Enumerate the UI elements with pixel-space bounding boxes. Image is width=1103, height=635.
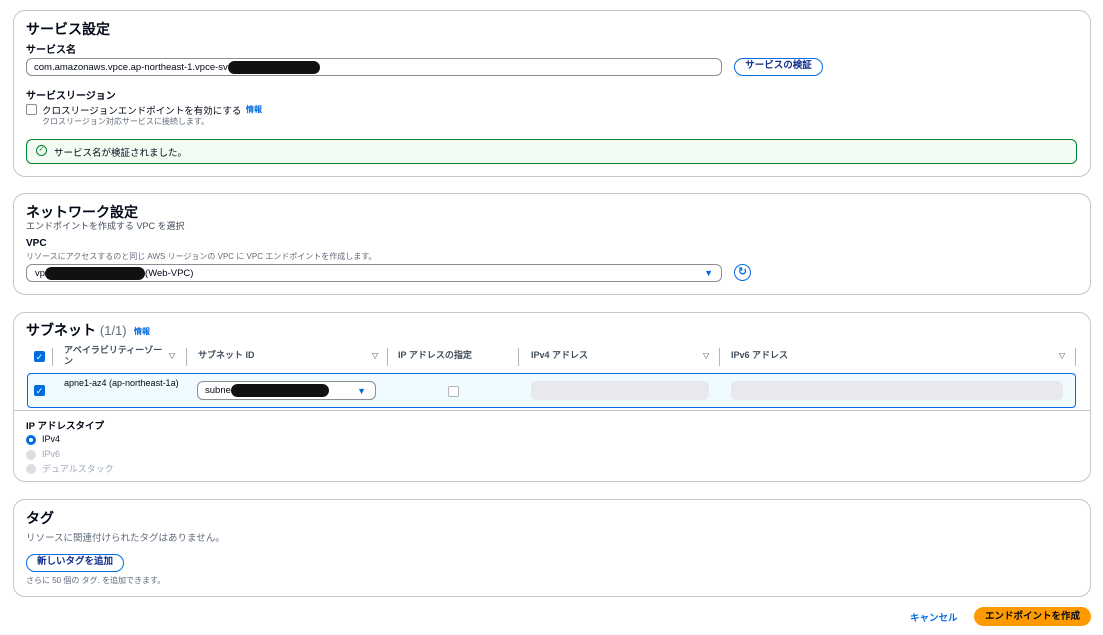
vpc-suffix: (Web-VPC) (145, 268, 194, 280)
verify-service-button[interactable]: サービスの検証 (734, 58, 823, 76)
subnets-info-link[interactable]: 情報 (134, 326, 150, 337)
service-region-label: サービスリージョン (26, 91, 116, 102)
column-az[interactable]: アベイラビリティーゾーン (64, 345, 164, 367)
subnets-title: サブネット (1/1) (26, 320, 127, 340)
check-circle-icon: ✓ (36, 145, 47, 156)
redacted-block (227, 61, 320, 74)
ipv6-input[interactable] (731, 381, 1063, 400)
tags-title: タグ (26, 510, 54, 526)
sort-icon[interactable]: ▽ (372, 351, 378, 360)
cross-region-label: クロスリージョンエンドポイントを有効にする (42, 106, 242, 117)
subnets-title-text: サブネット (26, 322, 96, 338)
row-az: apne1-az4 (ap-northeast-1a) (64, 378, 179, 388)
vpc-select[interactable]: vp (Web-VPC) ▼ (26, 264, 722, 282)
radio-label-dualstack: デュアルスタック (42, 464, 114, 474)
refresh-button[interactable]: ↻ (734, 264, 751, 281)
vpc-prefix: vp (35, 268, 46, 280)
radio-label-ipv6: IPv6 (42, 449, 61, 459)
vpc-label: VPC (26, 238, 47, 249)
tags-empty-text: リソースに関連付けられたタグはありません。 (26, 533, 225, 544)
column-ip-spec: IP アドレスの指定 (398, 350, 472, 360)
vpc-desc: リソースにアクセスするのと同じ AWS リージョンの VPC に VPC エンド… (26, 252, 377, 261)
cross-region-checkbox[interactable] (26, 104, 37, 115)
ip-type-label: IP アドレスタイプ (26, 421, 104, 432)
caret-down-icon: ▼ (704, 268, 713, 278)
subnet-prefix: subne (205, 385, 231, 397)
info-link[interactable]: 情報 (246, 104, 262, 115)
subnet-select[interactable]: subne ▼ (197, 381, 376, 400)
service-name-label: サービス名 (26, 45, 76, 56)
subnets-count: (1/1) (99, 323, 127, 338)
sort-icon[interactable]: ▽ (703, 351, 709, 360)
tags-hint: さらに 50 個の タグ. を追加できます。 (26, 576, 166, 585)
radio-dualstack (26, 464, 36, 474)
radio-ipv6 (26, 450, 36, 460)
service-name-input[interactable]: com.amazonaws.vpce.ap-northeast-1.vpce-s… (26, 58, 722, 76)
ipv4-input[interactable] (531, 381, 709, 400)
ip-spec-checkbox[interactable] (448, 386, 459, 397)
divider (14, 410, 1090, 411)
caret-down-icon: ▼ (357, 386, 366, 396)
select-all-checkbox[interactable]: ✓ (34, 351, 45, 362)
column-ipv4: IPv4 アドレス (531, 350, 589, 360)
sort-icon[interactable]: ▽ (1059, 351, 1065, 360)
redacted-block (45, 267, 146, 280)
radio-label-ipv4: IPv4 (42, 434, 61, 444)
success-alert: ✓ サービス名が検証されました。 (26, 139, 1077, 164)
column-subnet-id[interactable]: サブネット ID (198, 350, 255, 361)
tags-card (13, 499, 1091, 597)
success-message: サービス名が検証されました。 (54, 148, 188, 159)
cancel-button[interactable]: キャンセル (910, 610, 958, 624)
cross-region-desc: クロスリージョン対応サービスに接続します。 (42, 117, 210, 126)
column-ipv6: IPv6 アドレス (731, 350, 789, 360)
create-endpoint-button[interactable]: エンドポイントを作成 (974, 607, 1091, 626)
network-desc: エンドポイントを作成する VPC を選択 (26, 221, 185, 231)
sort-icon[interactable]: ▽ (169, 351, 175, 360)
row-checkbox[interactable]: ✓ (34, 385, 45, 396)
redacted-block (230, 384, 329, 397)
radio-ipv4[interactable] (26, 435, 36, 445)
service-name-value: com.amazonaws.vpce.ap-northeast-1.vpce-s… (34, 62, 228, 74)
add-tag-button[interactable]: 新しいタグを追加 (26, 554, 124, 572)
service-settings-title: サービス設定 (26, 21, 110, 37)
